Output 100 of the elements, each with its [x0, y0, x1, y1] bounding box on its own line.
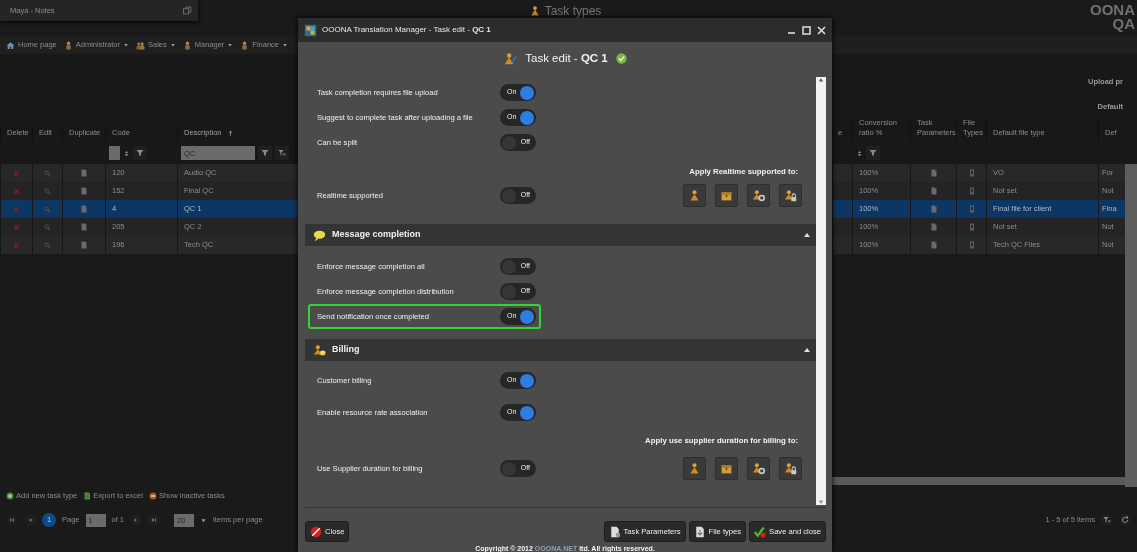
figure-gear-icon	[752, 189, 765, 202]
document-icon[interactable]	[929, 205, 938, 213]
delete-icon[interactable]	[13, 187, 20, 195]
horizontal-scrollbar[interactable]	[832, 477, 1125, 485]
vertical-scrollbar[interactable]	[816, 77, 826, 505]
spinner-icon[interactable]	[856, 148, 863, 158]
figure-icon	[63, 40, 73, 50]
section-header[interactable]: Message completion	[305, 224, 816, 246]
close-button[interactable]	[817, 25, 826, 35]
caret-icon[interactable]	[200, 516, 208, 524]
document-icon[interactable]	[967, 223, 976, 231]
filter-icon	[136, 149, 144, 157]
box-icon	[720, 189, 733, 202]
section-header[interactable]: Billing	[305, 339, 816, 361]
stop-icon	[310, 525, 322, 538]
caret-icon	[282, 42, 289, 48]
minus-icon	[148, 492, 157, 500]
collapse-icon[interactable]	[804, 348, 810, 352]
previous-page-button[interactable]	[24, 514, 36, 526]
logo-text: QA	[1111, 17, 1135, 32]
filter-button[interactable]	[258, 146, 272, 160]
filter-icon	[261, 149, 269, 157]
figure-lock-icon	[784, 462, 797, 475]
box-icon	[720, 462, 733, 475]
target-button[interactable]	[779, 457, 802, 480]
search-icon[interactable]	[44, 205, 51, 213]
target-button[interactable]	[683, 184, 706, 207]
target-button[interactable]	[747, 184, 770, 207]
filter-button[interactable]	[133, 146, 147, 160]
spinner-icon[interactable]	[123, 148, 130, 158]
filter-icon	[869, 149, 877, 157]
first-page-icon	[9, 517, 15, 523]
document-icon[interactable]	[929, 223, 938, 231]
caret-icon	[227, 42, 234, 48]
figure-icon	[240, 40, 250, 50]
add-icon	[6, 492, 14, 500]
clear-filter-icon	[1103, 516, 1111, 524]
document-icon[interactable]	[80, 223, 88, 231]
section-title: Billing	[332, 343, 360, 357]
document-gear-icon	[608, 525, 621, 538]
figure-icon	[182, 40, 192, 50]
target-button[interactable]	[747, 457, 770, 480]
sort-arrow-icon	[226, 129, 234, 137]
target-button[interactable]	[779, 184, 802, 207]
document-icon[interactable]	[967, 187, 976, 195]
document-icon[interactable]	[80, 187, 88, 195]
status-badge-icon	[615, 53, 627, 64]
logo-text: OONA	[1090, 3, 1135, 18]
filter-button[interactable]	[866, 146, 880, 160]
last-page-button[interactable]	[148, 514, 161, 526]
scroll-down-icon	[818, 499, 824, 505]
document-icon[interactable]	[80, 205, 88, 213]
document-arrow-icon	[693, 525, 706, 538]
target-button[interactable]	[715, 457, 738, 480]
document-icon[interactable]	[967, 169, 976, 177]
clear-filter-button[interactable]	[275, 146, 289, 160]
page-title: Task types	[544, 3, 602, 20]
delete-icon[interactable]	[13, 241, 20, 249]
delete-icon[interactable]	[13, 223, 20, 231]
figure-pencil-icon	[503, 51, 518, 66]
figure-icon	[688, 189, 701, 202]
vertical-scrollbar[interactable]	[1125, 164, 1137, 487]
target-button[interactable]	[715, 184, 738, 207]
next-page-button[interactable]	[130, 514, 143, 526]
spreadsheet-icon	[83, 492, 92, 500]
search-icon[interactable]	[44, 169, 51, 177]
clear-filter-icon	[278, 149, 286, 157]
refresh-icon	[1121, 516, 1129, 524]
search-icon[interactable]	[44, 187, 51, 195]
document-icon[interactable]	[967, 205, 976, 213]
document-icon[interactable]	[967, 241, 976, 249]
maximize-button[interactable]	[802, 25, 811, 35]
first-page-button[interactable]	[6, 514, 18, 526]
clear-filter-button[interactable]	[1101, 514, 1113, 526]
figure-coins-icon	[313, 343, 326, 357]
document-icon[interactable]	[929, 169, 938, 177]
document-icon[interactable]	[80, 169, 88, 177]
scroll-up-icon	[818, 77, 824, 83]
document-icon[interactable]	[929, 241, 938, 249]
maximize-icon	[802, 25, 811, 35]
figure-gear-icon	[752, 462, 765, 475]
document-icon[interactable]	[80, 241, 88, 249]
figure-icon	[688, 462, 701, 475]
app-logo-icon	[304, 23, 317, 37]
search-icon[interactable]	[44, 223, 51, 231]
search-icon[interactable]	[44, 241, 51, 249]
dialog-heading: Task edit - QC 1	[525, 50, 608, 66]
section-title: Message completion	[332, 228, 421, 242]
speech-bubble-icon	[313, 228, 326, 242]
collapse-icon[interactable]	[804, 233, 810, 237]
caret-icon	[122, 42, 129, 48]
caret-icon	[169, 42, 176, 48]
target-button[interactable]	[683, 457, 706, 480]
number-field[interactable]	[109, 146, 120, 160]
last-page-icon	[151, 517, 158, 523]
delete-icon[interactable]	[13, 169, 20, 177]
minimize-icon	[788, 31, 795, 34]
restore-icon[interactable]	[183, 6, 192, 15]
refresh-button[interactable]	[1119, 514, 1131, 526]
document-icon[interactable]	[929, 187, 938, 195]
